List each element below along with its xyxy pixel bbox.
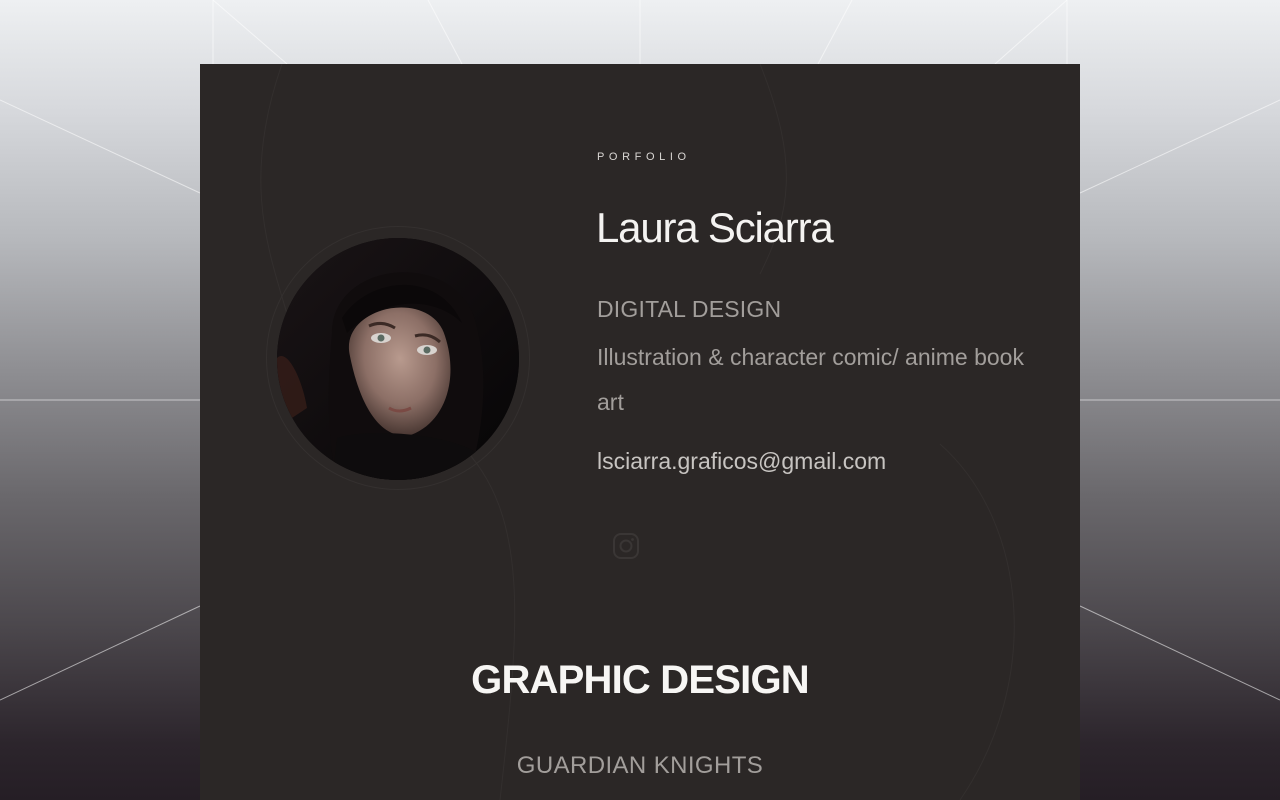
portfolio-eyebrow: PORFOLIO xyxy=(597,151,691,163)
profile-name: Laura Sciarra xyxy=(596,204,834,251)
section-title-graphic-design: GRAPHIC DESIGN xyxy=(471,658,810,702)
profile-description: Illustration & character comic/ anime bo… xyxy=(597,344,1024,415)
instagram-link[interactable] xyxy=(609,529,643,563)
email-link[interactable]: lsciarra.graficos@gmail.com xyxy=(597,448,886,475)
profile-role: DIGITAL DESIGN xyxy=(597,296,782,322)
project-title: GUARDIAN KNIGHTS xyxy=(516,752,764,779)
avatar xyxy=(277,238,519,480)
profile-card: PORFOLIO Laura Sciarra DIGITAL DESIGN Il… xyxy=(200,64,1080,800)
instagram-icon xyxy=(613,533,639,559)
